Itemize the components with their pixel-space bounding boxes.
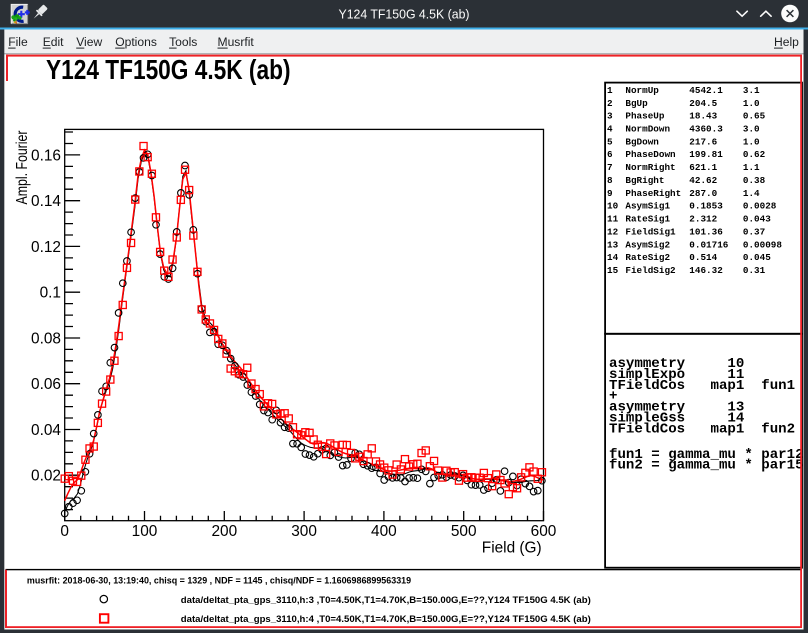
svg-text:0.02: 0.02 xyxy=(31,468,61,485)
svg-text:8: 8 xyxy=(607,175,613,186)
svg-text:Tools: Tools xyxy=(169,35,197,49)
svg-text:100: 100 xyxy=(132,523,158,540)
svg-text:217.6: 217.6 xyxy=(689,136,717,147)
svg-text:300: 300 xyxy=(291,523,317,540)
svg-text:data/deltat_pta_gps_3110,h:3 ,: data/deltat_pta_gps_3110,h:3 ,T0=4.50K,T… xyxy=(181,595,591,606)
svg-text:204.5: 204.5 xyxy=(689,98,717,109)
svg-text:TFieldCos map1 fun1: TFieldCos map1 fun1 xyxy=(609,378,795,394)
svg-text:data/deltat_pta_gps_3110,h:4 ,: data/deltat_pta_gps_3110,h:4 ,T0=4.50K,T… xyxy=(181,614,591,625)
svg-text:0.38: 0.38 xyxy=(743,175,766,186)
svg-text:0.37: 0.37 xyxy=(743,227,765,238)
svg-text:BgDown: BgDown xyxy=(625,136,659,147)
svg-text:0.04: 0.04 xyxy=(31,422,61,439)
svg-text:500: 500 xyxy=(451,523,477,540)
svg-text:musrfit: 2018-06-30, 13:19:40,: musrfit: 2018-06-30, 13:19:40, chisq = 1… xyxy=(27,574,411,585)
svg-text:Options: Options xyxy=(115,35,157,49)
svg-text:AsymSig2: AsymSig2 xyxy=(625,239,670,250)
svg-text:0.65: 0.65 xyxy=(743,111,766,122)
svg-text:fun2 = gamma_mu * par15: fun2 = gamma_mu * par15 xyxy=(609,457,804,473)
svg-text:7: 7 xyxy=(607,162,613,173)
svg-text:NormUp: NormUp xyxy=(625,85,659,96)
svg-text:4360.3: 4360.3 xyxy=(689,124,723,135)
svg-text:NormRight: NormRight xyxy=(625,162,675,173)
svg-text:6: 6 xyxy=(607,149,613,160)
svg-text:0.043: 0.043 xyxy=(743,214,771,225)
svg-text:0.01716: 0.01716 xyxy=(689,239,728,250)
svg-text:1.1: 1.1 xyxy=(743,162,760,173)
svg-text:0.514: 0.514 xyxy=(689,252,717,263)
svg-text:199.81: 199.81 xyxy=(689,149,723,160)
svg-text:1: 1 xyxy=(607,85,613,96)
svg-text:5: 5 xyxy=(607,136,613,147)
svg-text:0.0028: 0.0028 xyxy=(743,201,777,212)
svg-text:2.312: 2.312 xyxy=(689,214,717,225)
svg-text:101.36: 101.36 xyxy=(689,227,723,238)
svg-text:File: File xyxy=(8,35,28,49)
svg-text:3.1: 3.1 xyxy=(743,85,760,96)
svg-text:Musrfit: Musrfit xyxy=(218,35,255,49)
svg-text:RateSig2: RateSig2 xyxy=(625,252,670,263)
svg-text:200: 200 xyxy=(211,523,237,540)
svg-text:600: 600 xyxy=(531,523,557,540)
svg-text:0.00098: 0.00098 xyxy=(743,239,782,250)
svg-text:0: 0 xyxy=(60,523,69,540)
svg-text:400: 400 xyxy=(371,523,397,540)
svg-text:14: 14 xyxy=(607,252,619,263)
svg-text:FieldSig2: FieldSig2 xyxy=(625,265,676,276)
svg-text:1.0: 1.0 xyxy=(743,98,760,109)
svg-text:Help: Help xyxy=(774,35,799,49)
svg-text:146.32: 146.32 xyxy=(689,265,723,276)
svg-text:Edit: Edit xyxy=(43,35,64,49)
svg-text:BgRight: BgRight xyxy=(625,175,664,186)
svg-text:View: View xyxy=(76,35,102,49)
svg-text:BgUp: BgUp xyxy=(625,98,648,109)
svg-text:PhaseRight: PhaseRight xyxy=(625,188,681,199)
svg-text:0.12: 0.12 xyxy=(31,239,61,256)
svg-text:42.62: 42.62 xyxy=(689,175,717,186)
svg-text:3: 3 xyxy=(607,111,613,122)
svg-text:287.0: 287.0 xyxy=(689,188,717,199)
svg-text:0.06: 0.06 xyxy=(31,376,61,393)
svg-text:13: 13 xyxy=(607,239,619,250)
svg-text:12: 12 xyxy=(607,227,619,238)
svg-text:4: 4 xyxy=(607,124,613,135)
svg-text:PhaseDown: PhaseDown xyxy=(625,149,676,160)
svg-text:FieldSig1: FieldSig1 xyxy=(625,227,676,238)
svg-text:0.16: 0.16 xyxy=(31,147,61,164)
svg-text:TFieldCos map1 fun2: TFieldCos map1 fun2 xyxy=(609,421,795,437)
svg-text:AsymSig1: AsymSig1 xyxy=(625,201,670,212)
svg-text:0.1: 0.1 xyxy=(40,285,61,302)
svg-text:10: 10 xyxy=(607,201,619,212)
svg-text:2: 2 xyxy=(607,98,613,109)
svg-text:9: 9 xyxy=(607,188,613,199)
svg-text:4542.1: 4542.1 xyxy=(689,85,723,96)
svg-text:0.31: 0.31 xyxy=(743,265,766,276)
svg-text:0.045: 0.045 xyxy=(743,252,771,263)
svg-text:Ampl. Fourier: Ampl. Fourier xyxy=(14,131,31,205)
svg-text:1.4: 1.4 xyxy=(743,188,760,199)
svg-text:Y124 TF150G 4.5K (ab): Y124 TF150G 4.5K (ab) xyxy=(339,7,470,22)
svg-text:PhaseUp: PhaseUp xyxy=(625,111,664,122)
svg-text:1.0: 1.0 xyxy=(743,136,760,147)
svg-text:Y124 TF150G 4.5K (ab): Y124 TF150G 4.5K (ab) xyxy=(46,54,291,85)
svg-text:11: 11 xyxy=(607,214,619,225)
svg-text:Field (G): Field (G) xyxy=(482,539,542,556)
svg-text:18.43: 18.43 xyxy=(689,111,717,122)
svg-text:0.08: 0.08 xyxy=(31,331,61,348)
svg-text:0.14: 0.14 xyxy=(31,193,61,210)
svg-text:15: 15 xyxy=(607,265,619,276)
svg-text:RateSig1: RateSig1 xyxy=(625,214,670,225)
svg-text:3.0: 3.0 xyxy=(743,124,760,135)
svg-text:NormDown: NormDown xyxy=(625,124,670,135)
svg-text:0.1853: 0.1853 xyxy=(689,201,723,212)
svg-text:621.1: 621.1 xyxy=(689,162,717,173)
svg-text:0.62: 0.62 xyxy=(743,149,766,160)
